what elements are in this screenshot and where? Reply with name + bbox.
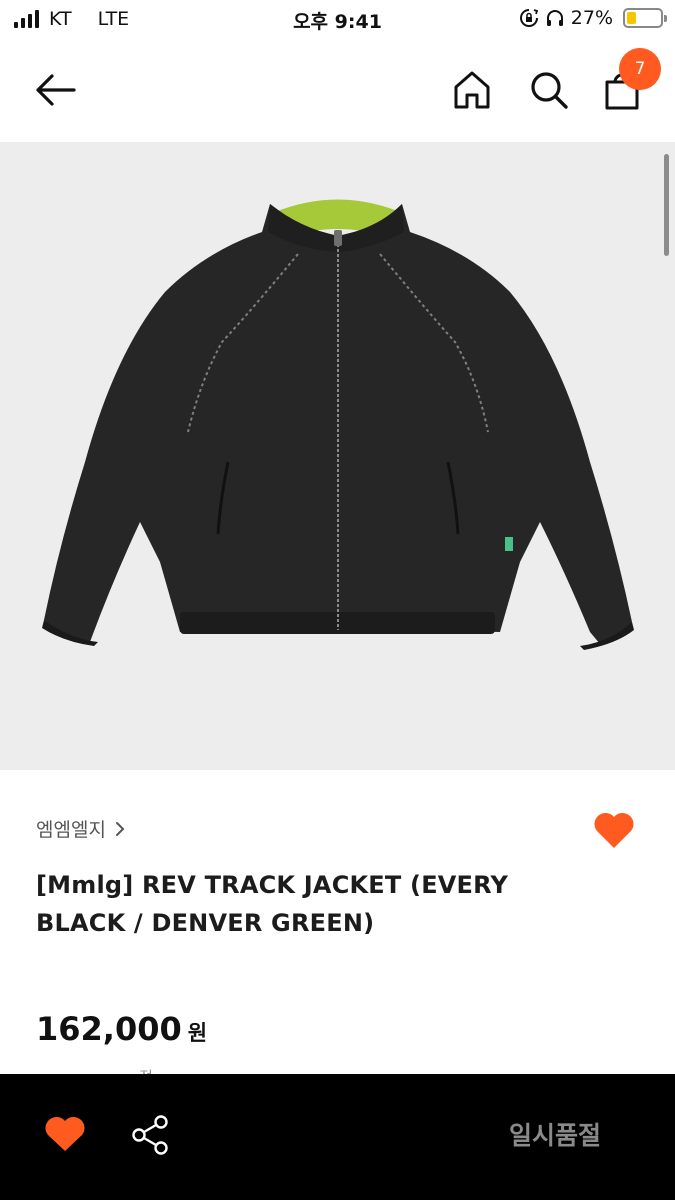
status-bar: KT LTE 오후 9:41 27%	[0, 0, 675, 40]
price: 162,000	[36, 1010, 182, 1048]
share-icon[interactable]	[130, 1114, 172, 1156]
heart-icon[interactable]	[592, 810, 636, 850]
heart-icon[interactable]	[44, 1115, 86, 1153]
bottom-action-bar: 일시품절	[0, 1074, 675, 1200]
jacket-photo	[42, 154, 669, 650]
back-arrow-icon[interactable]	[30, 68, 80, 112]
screen-lock-rotation-icon	[519, 9, 538, 27]
battery-percent: 27%	[570, 7, 613, 29]
product-image[interactable]	[0, 142, 675, 770]
sold-out-status: 일시품절	[508, 1121, 601, 1150]
headphones-icon	[546, 10, 563, 26]
brand-name: 엠엠엘지	[36, 819, 106, 841]
status-bar-right: 27%	[519, 7, 667, 29]
cart-count-badge[interactable]: 7	[619, 48, 661, 90]
battery-fill	[627, 12, 636, 24]
price-row: 162,000 원	[36, 1010, 207, 1048]
nav-bar	[0, 40, 675, 142]
brand-link[interactable]: 엠엠엘지	[36, 815, 126, 842]
product-title: [Mmlg] REV TRACK JACKET (EVERY BLACK / D…	[36, 871, 509, 937]
chevron-right-icon	[115, 821, 125, 836]
price-unit: 원	[187, 1021, 208, 1045]
battery-icon	[623, 8, 667, 28]
home-icon[interactable]	[450, 68, 494, 112]
search-icon[interactable]	[527, 68, 571, 112]
